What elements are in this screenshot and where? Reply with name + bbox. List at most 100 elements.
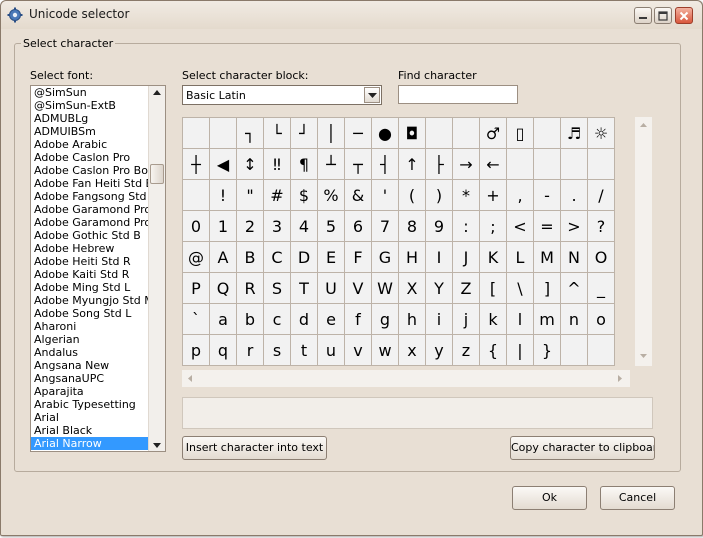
font-list-item[interactable]: Adobe Myungjo Std M: [31, 294, 148, 307]
font-list-item[interactable]: Arial Narrow: [31, 437, 148, 450]
char-cell[interactable]: \: [507, 273, 534, 304]
font-list-item[interactable]: ADMUBLg: [31, 112, 148, 125]
char-cell[interactable]: q: [210, 335, 237, 366]
char-cell[interactable]: ♬: [561, 118, 588, 149]
char-cell[interactable]: [183, 180, 210, 211]
char-cell[interactable]: [588, 335, 615, 366]
char-cell[interactable]: #: [264, 180, 291, 211]
font-list-item[interactable]: AngsanaUPC: [31, 372, 148, 385]
font-list-item[interactable]: Adobe Hebrew: [31, 242, 148, 255]
minimize-button[interactable]: [634, 7, 652, 24]
scroll-up-arrow-icon[interactable]: [153, 90, 161, 95]
char-cell[interactable]: @: [183, 242, 210, 273]
char-cell[interactable]: ?: [588, 211, 615, 242]
font-list-item[interactable]: ADMUIBSm: [31, 125, 148, 138]
char-cell[interactable]: _: [588, 273, 615, 304]
char-cell[interactable]: ◘: [399, 118, 426, 149]
character-grid-vscrollbar[interactable]: [635, 117, 652, 366]
block-select[interactable]: Basic Latin: [182, 85, 382, 105]
font-list-item[interactable]: Adobe Song Std L: [31, 307, 148, 320]
find-character-input[interactable]: [398, 85, 518, 104]
char-cell[interactable]: r: [237, 335, 264, 366]
char-cell[interactable]: ': [372, 180, 399, 211]
scroll-down-arrow-icon[interactable]: [640, 354, 647, 358]
char-cell[interactable]: ): [426, 180, 453, 211]
char-cell[interactable]: ┴: [318, 149, 345, 180]
char-cell[interactable]: │: [318, 118, 345, 149]
ok-button[interactable]: Ok: [512, 486, 587, 510]
char-cell[interactable]: A: [210, 242, 237, 273]
close-button[interactable]: [675, 7, 693, 24]
font-list-item[interactable]: Arabic Typesetting: [31, 398, 148, 411]
font-list-item[interactable]: Aparajita: [31, 385, 148, 398]
char-cell[interactable]: ,: [507, 180, 534, 211]
char-cell[interactable]: k: [480, 304, 507, 335]
char-cell[interactable]: 4: [291, 211, 318, 242]
char-cell[interactable]: v: [345, 335, 372, 366]
char-cell[interactable]: .: [561, 180, 588, 211]
char-cell[interactable]: 8: [399, 211, 426, 242]
char-cell[interactable]: └: [264, 118, 291, 149]
char-cell[interactable]: <: [507, 211, 534, 242]
font-list-item[interactable]: @SimSun-ExtB: [31, 99, 148, 112]
char-cell[interactable]: [426, 118, 453, 149]
font-list-item[interactable]: Algerian: [31, 333, 148, 346]
char-cell[interactable]: s: [264, 335, 291, 366]
char-cell[interactable]: ←: [480, 149, 507, 180]
char-cell[interactable]: f: [345, 304, 372, 335]
char-cell[interactable]: >: [561, 211, 588, 242]
font-list-item[interactable]: Adobe Gothic Std B: [31, 229, 148, 242]
char-cell[interactable]: [561, 335, 588, 366]
char-cell[interactable]: P: [183, 273, 210, 304]
font-list-item[interactable]: Adobe Arabic: [31, 138, 148, 151]
char-cell[interactable]: {: [480, 335, 507, 366]
char-cell[interactable]: ├: [426, 149, 453, 180]
char-cell[interactable]: J: [453, 242, 480, 273]
font-list-item[interactable]: Aharoni: [31, 320, 148, 333]
char-cell[interactable]: 6: [345, 211, 372, 242]
char-cell[interactable]: Y: [426, 273, 453, 304]
char-cell[interactable]: X: [399, 273, 426, 304]
cancel-button[interactable]: Cancel: [600, 486, 675, 510]
char-cell[interactable]: ┐: [237, 118, 264, 149]
char-cell[interactable]: ↑: [399, 149, 426, 180]
scroll-right-arrow-icon[interactable]: [618, 375, 622, 382]
char-cell[interactable]: F: [345, 242, 372, 273]
insert-character-button[interactable]: Insert character into text: [182, 436, 327, 460]
char-cell[interactable]: ☼: [588, 118, 615, 149]
font-list-item[interactable]: Adobe Garamond Pro Bold: [31, 216, 148, 229]
font-list-item[interactable]: Adobe Caslon Pro: [31, 151, 148, 164]
char-cell[interactable]: I: [426, 242, 453, 273]
copy-to-clipboard-button[interactable]: Copy character to clipboard: [510, 436, 655, 460]
char-cell[interactable]: ]: [534, 273, 561, 304]
char-cell[interactable]: g: [372, 304, 399, 335]
char-cell[interactable]: T: [291, 273, 318, 304]
char-cell[interactable]: t: [291, 335, 318, 366]
char-cell[interactable]: :: [453, 211, 480, 242]
char-cell[interactable]: d: [291, 304, 318, 335]
char-cell[interactable]: m: [534, 304, 561, 335]
font-list-item[interactable]: Adobe Garamond Pro: [31, 203, 148, 216]
char-cell[interactable]: !: [210, 180, 237, 211]
char-cell[interactable]: 5: [318, 211, 345, 242]
char-cell[interactable]: V: [345, 273, 372, 304]
font-listbox[interactable]: @SimSun @SimSun-ExtB ADMUBLg ADMUIBSm Adobe …: [30, 85, 166, 452]
character-grid-hscrollbar[interactable]: [182, 370, 630, 387]
char-cell[interactable]: +: [480, 180, 507, 211]
char-cell[interactable]: b: [237, 304, 264, 335]
char-cell[interactable]: $: [291, 180, 318, 211]
char-cell[interactable]: ┘: [291, 118, 318, 149]
font-list-scroll-thumb[interactable]: [150, 164, 164, 184]
char-cell[interactable]: w: [372, 335, 399, 366]
char-cell[interactable]: p: [183, 335, 210, 366]
char-cell[interactable]: S: [264, 273, 291, 304]
scroll-up-arrow-icon[interactable]: [640, 123, 647, 127]
char-cell[interactable]: n: [561, 304, 588, 335]
char-cell[interactable]: [534, 149, 561, 180]
char-cell[interactable]: h: [399, 304, 426, 335]
char-cell[interactable]: G: [372, 242, 399, 273]
char-cell[interactable]: 9: [426, 211, 453, 242]
char-cell[interactable]: 2: [237, 211, 264, 242]
char-cell[interactable]: /: [588, 180, 615, 211]
char-cell[interactable]: *: [453, 180, 480, 211]
